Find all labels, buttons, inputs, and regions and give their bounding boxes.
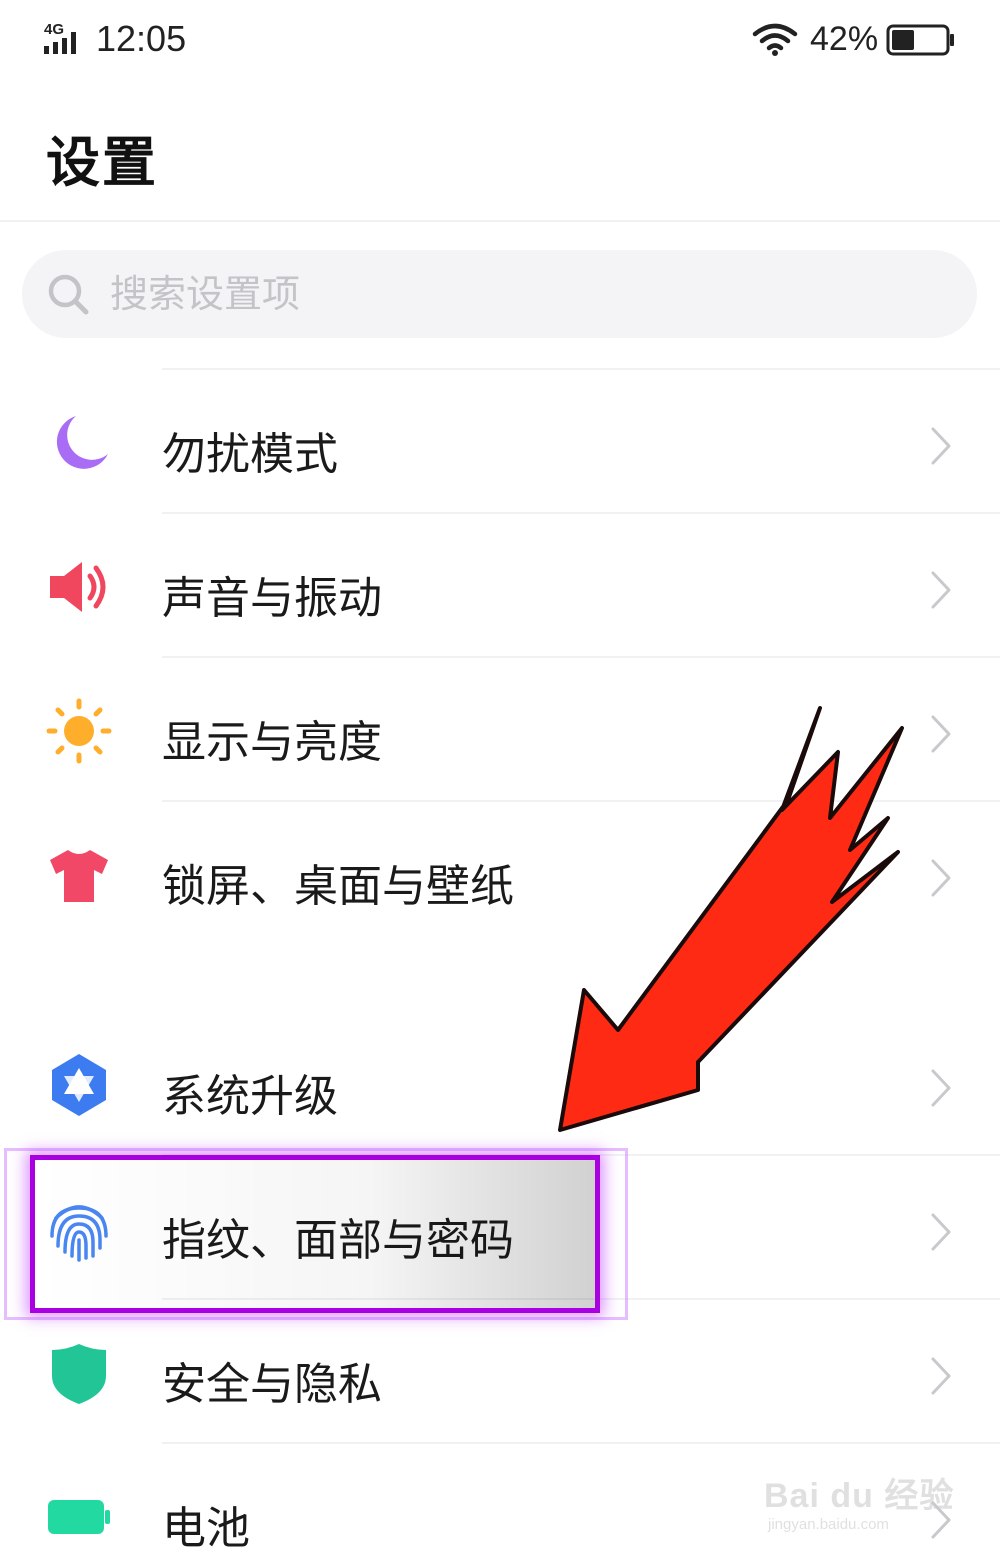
search-input[interactable] xyxy=(110,250,930,338)
divider xyxy=(162,800,1000,802)
settings-item-security-privacy[interactable]: 安全与隐私 xyxy=(0,1298,1000,1442)
settings-item-sound-vibration[interactable]: 声音与振动 xyxy=(0,512,1000,656)
chevron-right-icon xyxy=(931,1213,951,1251)
settings-item-label: 指纹、面部与密码 xyxy=(162,1215,514,1266)
divider xyxy=(162,1442,1000,1444)
settings-item-label: 勿扰模式 xyxy=(162,429,338,480)
divider xyxy=(162,1154,1000,1156)
chevron-right-icon xyxy=(931,715,951,753)
divider xyxy=(162,1298,1000,1300)
settings-item-label: 安全与隐私 xyxy=(162,1359,382,1410)
speaker-icon xyxy=(50,562,106,612)
divider xyxy=(162,512,1000,514)
chevron-right-icon xyxy=(931,1069,951,1107)
settings-item-label: 声音与振动 xyxy=(162,573,382,624)
sun-icon xyxy=(46,698,112,764)
settings-item-label: 锁屏、桌面与壁纸 xyxy=(162,861,514,912)
page-title: 设置 xyxy=(46,131,158,194)
system-upgrade-icon xyxy=(52,1054,106,1116)
battery-green-icon xyxy=(48,1500,110,1534)
watermark: Bai du 经验 jingyan.baidu.com xyxy=(764,1452,964,1542)
fingerprint-icon xyxy=(50,1205,108,1262)
settings-list: 勿扰模式 声音与振动 显示与亮度 锁屏、桌面与壁纸 系统升级 指纹、面部与密码 … xyxy=(0,368,1000,1564)
settings-item-do-not-disturb[interactable]: 勿扰模式 xyxy=(0,368,1000,512)
battery-percent: 42% xyxy=(810,20,879,58)
clock: 12:05 xyxy=(96,18,187,59)
chevron-right-icon xyxy=(931,1357,951,1395)
chevron-right-icon xyxy=(931,427,951,465)
watermark-logo: Bai du 经验 xyxy=(764,1477,955,1515)
moon-icon xyxy=(56,416,108,469)
tshirt-icon xyxy=(50,850,108,902)
search-bar[interactable] xyxy=(22,250,977,338)
chevron-right-icon xyxy=(931,859,951,897)
battery-icon xyxy=(886,24,954,56)
chevron-right-icon xyxy=(931,571,951,609)
search-icon xyxy=(48,274,89,315)
settings-item-label: 显示与亮度 xyxy=(162,717,382,768)
shield-icon xyxy=(52,1344,106,1404)
divider xyxy=(162,368,1000,370)
network-type: 4G xyxy=(44,21,64,38)
settings-item-label: 电池 xyxy=(162,1503,250,1554)
divider xyxy=(162,656,1000,658)
status-bar: 4G 12:05 42% xyxy=(0,0,1000,80)
settings-item-lockscreen-wallpaper[interactable]: 锁屏、桌面与壁纸 xyxy=(0,800,1000,944)
settings-item-system-upgrade[interactable]: 系统升级 xyxy=(0,1010,1000,1154)
wifi-icon xyxy=(752,23,798,56)
signal-icon: 4G xyxy=(44,21,76,54)
watermark-url: jingyan.baidu.com xyxy=(768,1516,889,1533)
settings-item-label: 系统升级 xyxy=(162,1071,338,1122)
settings-item-display-brightness[interactable]: 显示与亮度 xyxy=(0,656,1000,800)
divider xyxy=(0,220,1000,222)
settings-item-fingerprint-face-password[interactable]: 指纹、面部与密码 xyxy=(0,1154,1000,1298)
